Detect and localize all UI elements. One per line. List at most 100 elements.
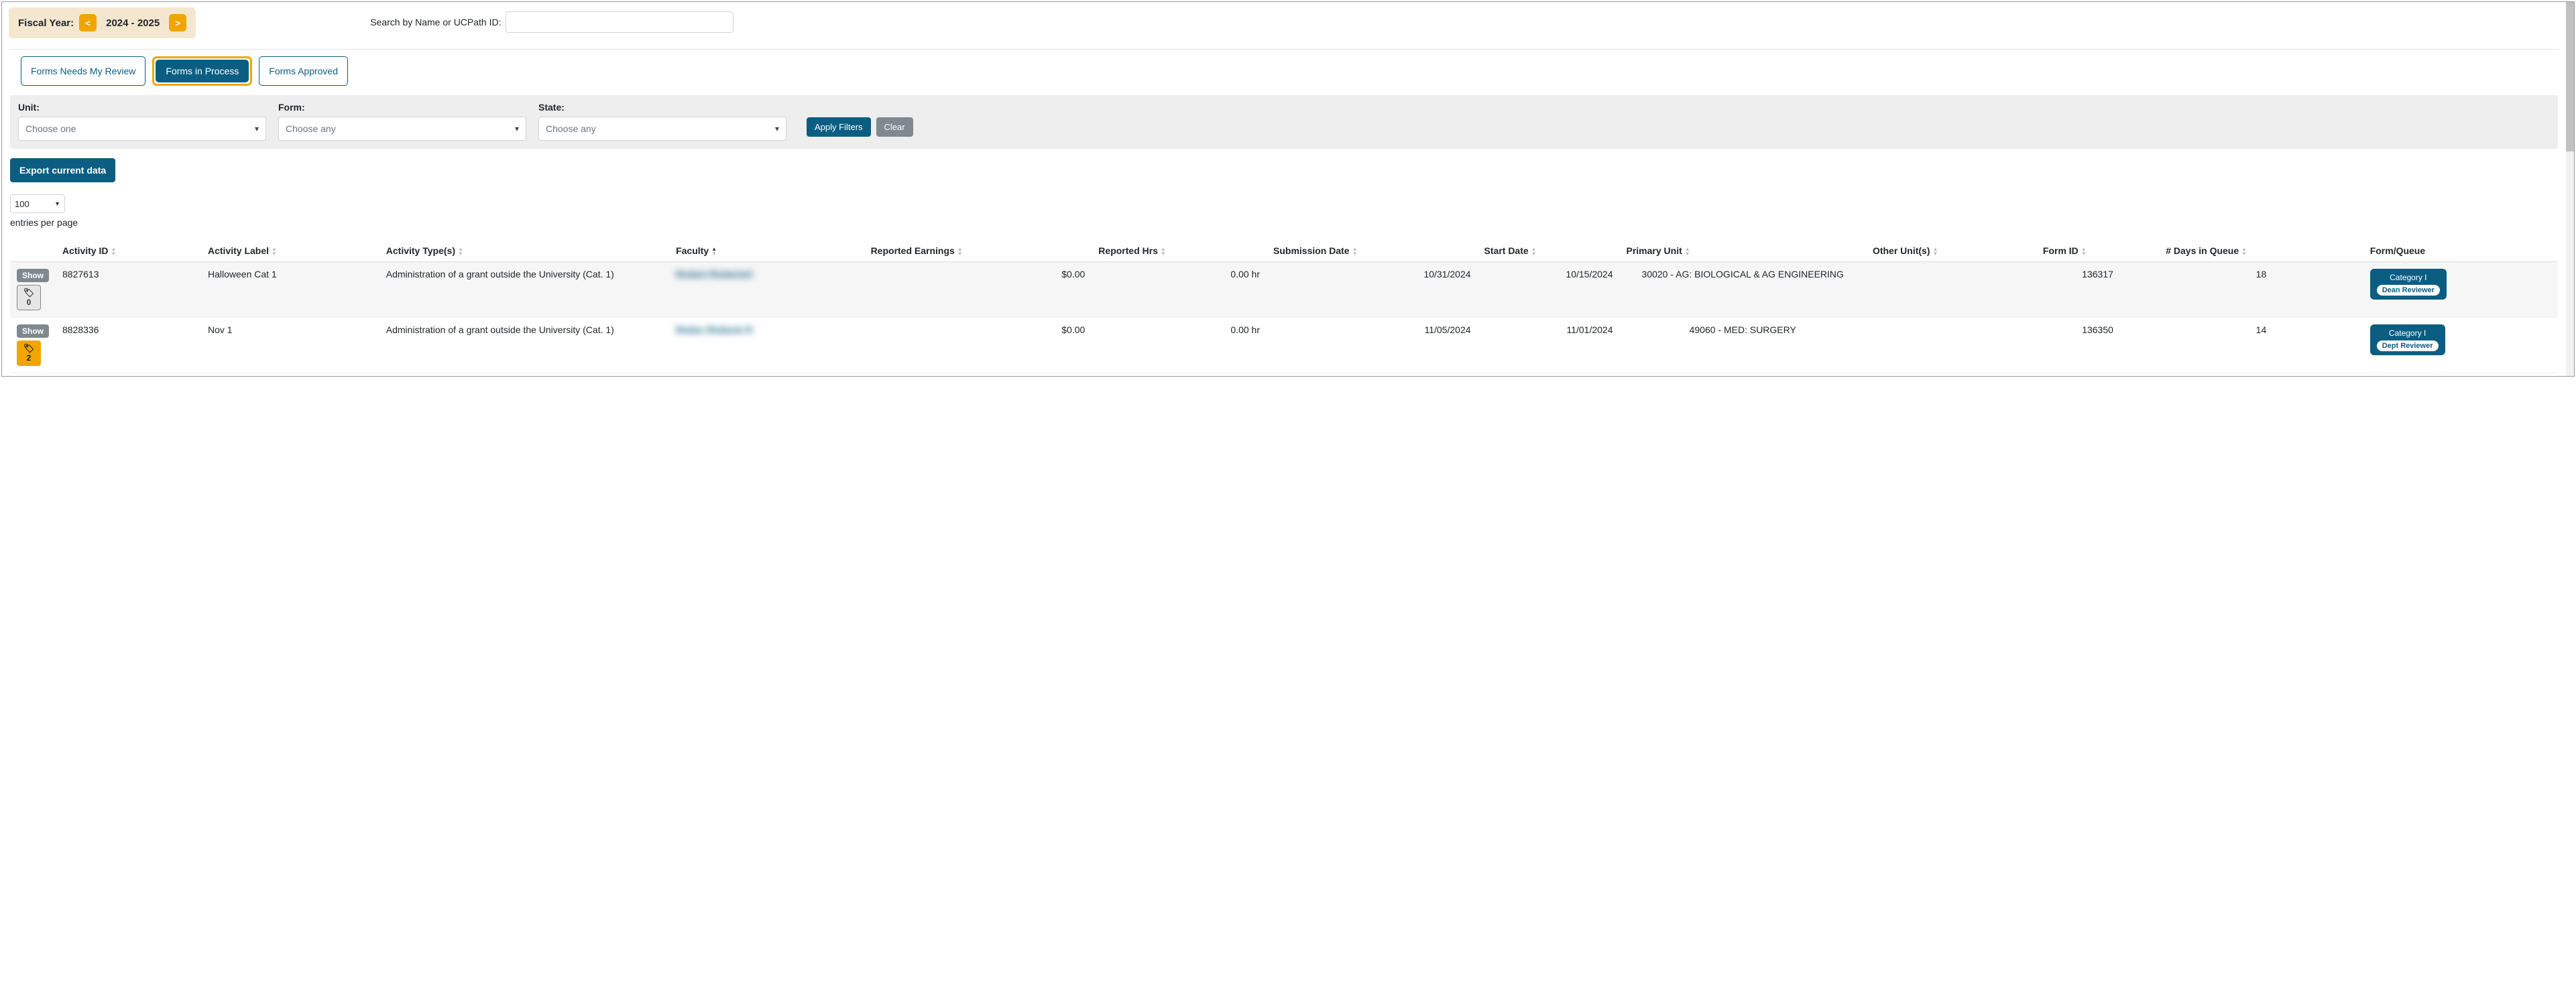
reviewer-pill: Dean Reviewer — [2377, 285, 2440, 296]
sort-icon: ▲▼ — [2081, 247, 2087, 256]
filter-form-select[interactable]: Choose any ▾ — [278, 117, 526, 141]
cell-activity-label: Nov 1 — [201, 318, 379, 373]
cell-start-date: 11/01/2024 — [1478, 318, 1620, 373]
sort-icon: ▲▼ — [1531, 247, 1537, 256]
cell-reported-earnings: $0.00 — [864, 318, 1092, 373]
export-current-data-button[interactable]: Export current data — [10, 158, 115, 182]
sort-icon: ▲▼ — [711, 247, 717, 256]
sort-icon: ▲▼ — [1685, 247, 1690, 256]
filter-state-select[interactable]: Choose any ▾ — [538, 117, 786, 141]
col-reported-earnings[interactable]: Reported Earnings▲▼ — [864, 240, 1092, 262]
fiscal-year-value: 2024 - 2025 — [102, 17, 164, 29]
col-start-date[interactable]: Start Date▲▼ — [1478, 240, 1620, 262]
cell-primary-unit: 30020 - AG: BIOLOGICAL & AG ENGINEERING — [1620, 262, 1866, 318]
fiscal-year-picker: Fiscal Year: < 2024 - 2025 > — [9, 7, 196, 38]
sort-icon: ▲▼ — [2241, 247, 2247, 256]
sort-icon: ▲▼ — [111, 247, 116, 256]
search-input[interactable] — [506, 11, 734, 33]
tab-highlight: Forms in Process — [152, 56, 252, 86]
chevron-down-icon: ▾ — [515, 124, 519, 133]
page-size-select[interactable]: 100 ▾ — [10, 194, 65, 213]
col-actions — [10, 240, 56, 262]
chevron-down-icon: ▾ — [56, 200, 59, 208]
cell-form-id: 136317 — [2036, 262, 2159, 318]
fiscal-year-prev-button[interactable]: < — [79, 14, 97, 32]
show-button[interactable]: Show — [17, 324, 49, 338]
cell-activity-id: 8828336 — [56, 318, 201, 373]
form-queue-button[interactable]: Category I Dept Reviewer — [2370, 324, 2445, 355]
cell-start-date: 10/15/2024 — [1478, 262, 1620, 318]
category-label: Category I — [2389, 328, 2426, 338]
filter-form-value: Choose any — [286, 123, 336, 134]
col-days-in-queue[interactable]: # Days in Queue▲▼ — [2159, 240, 2363, 262]
cell-activity-id: 8827613 — [56, 262, 201, 318]
tab-forms-approved[interactable]: Forms Approved — [259, 56, 348, 86]
sort-icon: ▲▼ — [1161, 247, 1166, 256]
clear-filters-button[interactable]: Clear — [876, 117, 913, 137]
table-row: Show 🏷 0 8827613 Halloween Cat 1 Adminis… — [10, 262, 2558, 318]
vertical-scrollbar[interactable] — [2566, 2, 2574, 376]
filter-unit-select[interactable]: Choose one ▾ — [18, 117, 266, 141]
notes-button[interactable]: 🏷 2 — [17, 340, 41, 366]
cell-other-units — [1866, 318, 2036, 373]
sort-icon: ▲▼ — [957, 247, 963, 256]
show-button[interactable]: Show — [17, 269, 49, 282]
page-size-value: 100 — [15, 199, 30, 209]
cell-other-units — [1866, 262, 2036, 318]
sort-icon: ▲▼ — [458, 247, 463, 256]
cell-reported-hrs: 0.00 hr — [1092, 318, 1267, 373]
sort-icon: ▲▼ — [1933, 247, 1938, 256]
reviewer-pill: Dept Reviewer — [2377, 340, 2439, 351]
col-faculty[interactable]: Faculty▲▼ — [669, 240, 864, 262]
tabs: Forms Needs My Review Forms in Process F… — [2, 56, 2566, 95]
col-submission-date[interactable]: Submission Date▲▼ — [1267, 240, 1478, 262]
cell-primary-unit: 49060 - MED: SURGERY — [1620, 318, 1866, 373]
apply-filters-button[interactable]: Apply Filters — [807, 117, 871, 137]
col-primary-unit[interactable]: Primary Unit▲▼ — [1620, 240, 1866, 262]
cell-reported-earnings: $0.00 — [864, 262, 1092, 318]
cell-submission-date: 11/05/2024 — [1267, 318, 1478, 373]
tag-icon: 🏷 — [23, 288, 35, 297]
notes-button[interactable]: 🏷 0 — [17, 285, 41, 310]
cell-activity-types: Administration of a grant outside the Un… — [379, 318, 669, 373]
sort-icon: ▲▼ — [272, 247, 277, 256]
cell-reported-hrs: 0.00 hr — [1092, 262, 1267, 318]
filter-state-label: State: — [538, 102, 786, 113]
sort-icon: ▲▼ — [1352, 247, 1358, 256]
cell-form-id: 136350 — [2036, 318, 2159, 373]
form-queue-button[interactable]: Category I Dean Reviewer — [2370, 269, 2447, 300]
notes-count: 0 — [27, 298, 32, 307]
tag-icon: 🏷 — [23, 344, 35, 353]
divider — [9, 49, 2559, 50]
col-activity-types[interactable]: Activity Type(s)▲▼ — [379, 240, 669, 262]
filter-state-value: Choose any — [546, 123, 596, 134]
notes-count: 2 — [27, 353, 32, 363]
fiscal-year-label: Fiscal Year: — [18, 17, 74, 29]
cell-faculty: Redact Redacted — [676, 269, 752, 279]
data-table: Activity ID▲▼ Activity Label▲▼ Activity … — [10, 240, 2558, 373]
col-activity-label[interactable]: Activity Label▲▼ — [201, 240, 379, 262]
filter-unit-label: Unit: — [18, 102, 266, 113]
tab-needs-my-review[interactable]: Forms Needs My Review — [21, 56, 145, 86]
filter-form-label: Form: — [278, 102, 526, 113]
category-label: Category I — [2390, 273, 2426, 282]
col-form-id[interactable]: Form ID▲▼ — [2036, 240, 2159, 262]
table-row: Show 🏷 2 8828336 Nov 1 Administration of… — [10, 318, 2558, 373]
col-other-units[interactable]: Other Unit(s)▲▼ — [1866, 240, 2036, 262]
col-reported-hrs[interactable]: Reported Hrs▲▼ — [1092, 240, 1267, 262]
entries-per-page-label: entries per page — [10, 217, 78, 228]
scrollbar-thumb[interactable] — [2566, 2, 2574, 151]
cell-activity-types: Administration of a grant outside the Un… — [379, 262, 669, 318]
tab-forms-in-process[interactable]: Forms in Process — [156, 60, 249, 82]
fiscal-year-next-button[interactable]: > — [169, 14, 186, 32]
filters-bar: Unit: Choose one ▾ Form: Choose any ▾ St… — [10, 95, 2558, 149]
cell-submission-date: 10/31/2024 — [1267, 262, 1478, 318]
cell-faculty: Redac Redacte R — [676, 324, 752, 335]
col-form-queue: Form/Queue — [2363, 240, 2558, 262]
cell-activity-label: Halloween Cat 1 — [201, 262, 379, 318]
chevron-down-icon: ▾ — [775, 124, 779, 133]
search-label: Search by Name or UCPath ID: — [370, 17, 501, 27]
filter-unit-value: Choose one — [25, 123, 76, 134]
chevron-down-icon: ▾ — [255, 124, 259, 133]
col-activity-id[interactable]: Activity ID▲▼ — [56, 240, 201, 262]
